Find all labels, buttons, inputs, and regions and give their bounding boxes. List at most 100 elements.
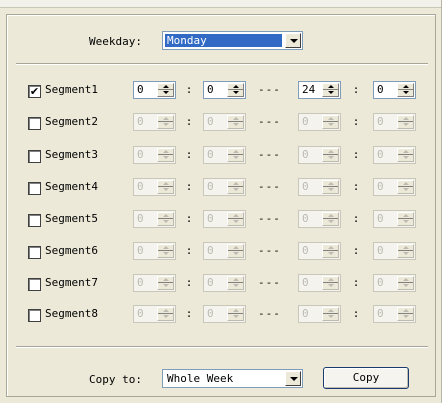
- start-hour-spinner[interactable]: 0: [133, 146, 176, 164]
- spin-buttons[interactable]: [397, 83, 414, 97]
- spin-up-icon[interactable]: [403, 150, 409, 153]
- spin-buttons[interactable]: [157, 180, 174, 194]
- spin-down-icon[interactable]: [163, 91, 169, 94]
- spin-down-icon[interactable]: [328, 188, 334, 191]
- spin-up-icon[interactable]: [233, 246, 239, 249]
- spin-up-icon[interactable]: [328, 182, 334, 185]
- spin-buttons[interactable]: [227, 307, 244, 321]
- spin-down-icon[interactable]: [233, 252, 239, 255]
- start-hour-spinner[interactable]: 0: [133, 274, 176, 292]
- start-minute-spinner[interactable]: 0: [203, 242, 246, 260]
- spin-down-icon[interactable]: [403, 284, 409, 287]
- start-minute-spinner[interactable]: 0: [203, 178, 246, 196]
- spin-buttons[interactable]: [227, 148, 244, 162]
- spin-up-icon[interactable]: [403, 278, 409, 281]
- spin-buttons[interactable]: [322, 244, 339, 258]
- start-hour-spinner[interactable]: 0: [133, 305, 176, 323]
- spin-buttons[interactable]: [157, 244, 174, 258]
- spin-buttons[interactable]: [322, 307, 339, 321]
- spin-up-icon[interactable]: [233, 85, 239, 88]
- spin-down-icon[interactable]: [163, 156, 169, 159]
- start-hour-spinner[interactable]: 0: [133, 242, 176, 260]
- spin-buttons[interactable]: [157, 83, 174, 97]
- spin-up-icon[interactable]: [233, 182, 239, 185]
- end-hour-spinner[interactable]: 0: [298, 305, 341, 323]
- end-hour-spinner[interactable]: 0: [298, 274, 341, 292]
- segment-checkbox[interactable]: [28, 182, 41, 195]
- spin-down-icon[interactable]: [163, 220, 169, 223]
- spin-buttons[interactable]: [157, 115, 174, 129]
- spin-down-icon[interactable]: [233, 220, 239, 223]
- spin-down-icon[interactable]: [163, 188, 169, 191]
- spin-down-icon[interactable]: [403, 91, 409, 94]
- spin-buttons[interactable]: [397, 244, 414, 258]
- spin-up-icon[interactable]: [233, 150, 239, 153]
- segment-checkbox[interactable]: [28, 150, 41, 163]
- spin-down-icon[interactable]: [403, 315, 409, 318]
- spin-up-icon[interactable]: [163, 85, 169, 88]
- spin-down-icon[interactable]: [163, 252, 169, 255]
- start-minute-spinner[interactable]: 0: [203, 274, 246, 292]
- spin-down-icon[interactable]: [403, 156, 409, 159]
- spin-up-icon[interactable]: [403, 85, 409, 88]
- end-hour-spinner[interactable]: 0: [298, 242, 341, 260]
- spin-up-icon[interactable]: [163, 246, 169, 249]
- spin-buttons[interactable]: [322, 180, 339, 194]
- spin-up-icon[interactable]: [328, 309, 334, 312]
- start-minute-spinner[interactable]: 0: [203, 210, 246, 228]
- start-minute-spinner[interactable]: 0: [203, 146, 246, 164]
- spin-down-icon[interactable]: [328, 123, 334, 126]
- spin-buttons[interactable]: [322, 212, 339, 226]
- spin-down-icon[interactable]: [233, 284, 239, 287]
- spin-buttons[interactable]: [227, 212, 244, 226]
- start-hour-spinner[interactable]: 0: [133, 210, 176, 228]
- copy-to-dropdown[interactable]: Whole Week: [162, 369, 303, 388]
- spin-up-icon[interactable]: [163, 214, 169, 217]
- spin-up-icon[interactable]: [403, 214, 409, 217]
- segment-checkbox[interactable]: [28, 214, 41, 227]
- start-minute-spinner[interactable]: 0: [203, 305, 246, 323]
- spin-buttons[interactable]: [157, 307, 174, 321]
- start-minute-spinner[interactable]: 0: [203, 113, 246, 131]
- spin-buttons[interactable]: [157, 212, 174, 226]
- spin-up-icon[interactable]: [328, 85, 334, 88]
- spin-up-icon[interactable]: [163, 117, 169, 120]
- spin-buttons[interactable]: [227, 276, 244, 290]
- end-minute-spinner[interactable]: 0: [373, 81, 416, 99]
- spin-down-icon[interactable]: [163, 284, 169, 287]
- start-hour-spinner[interactable]: 0: [133, 113, 176, 131]
- segment-checkbox[interactable]: [28, 246, 41, 259]
- spin-buttons[interactable]: [322, 83, 339, 97]
- spin-down-icon[interactable]: [233, 156, 239, 159]
- spin-up-icon[interactable]: [163, 150, 169, 153]
- spin-down-icon[interactable]: [233, 188, 239, 191]
- end-minute-spinner[interactable]: 0: [373, 305, 416, 323]
- spin-up-icon[interactable]: [163, 278, 169, 281]
- spin-down-icon[interactable]: [328, 315, 334, 318]
- spin-buttons[interactable]: [157, 276, 174, 290]
- spin-down-icon[interactable]: [403, 252, 409, 255]
- spin-up-icon[interactable]: [403, 246, 409, 249]
- spin-buttons[interactable]: [227, 83, 244, 97]
- spin-buttons[interactable]: [322, 115, 339, 129]
- spin-up-icon[interactable]: [328, 117, 334, 120]
- spin-up-icon[interactable]: [328, 150, 334, 153]
- end-hour-spinner[interactable]: 0: [298, 146, 341, 164]
- start-hour-spinner[interactable]: 0: [133, 178, 176, 196]
- chevron-down-icon[interactable]: [285, 33, 301, 48]
- spin-up-icon[interactable]: [403, 182, 409, 185]
- spin-buttons[interactable]: [397, 115, 414, 129]
- spin-up-icon[interactable]: [403, 309, 409, 312]
- spin-buttons[interactable]: [397, 148, 414, 162]
- spin-up-icon[interactable]: [233, 117, 239, 120]
- end-minute-spinner[interactable]: 0: [373, 146, 416, 164]
- end-minute-spinner[interactable]: 0: [373, 242, 416, 260]
- spin-down-icon[interactable]: [328, 252, 334, 255]
- spin-buttons[interactable]: [227, 180, 244, 194]
- spin-up-icon[interactable]: [233, 214, 239, 217]
- spin-down-icon[interactable]: [403, 220, 409, 223]
- spin-buttons[interactable]: [397, 307, 414, 321]
- end-minute-spinner[interactable]: 0: [373, 178, 416, 196]
- segment-checkbox[interactable]: [28, 117, 41, 130]
- spin-up-icon[interactable]: [328, 278, 334, 281]
